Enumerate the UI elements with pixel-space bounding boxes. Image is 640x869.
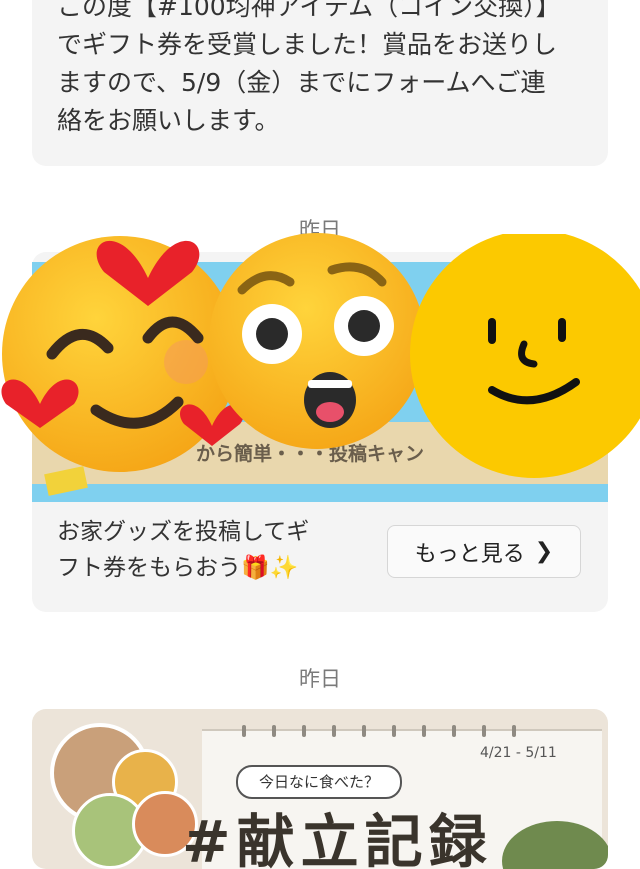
promo-text: お家グッズを投稿してギ フト券をもらおう🎁✨ <box>57 519 310 581</box>
message-text: この度【#100均神アイテム（コイン交換）】 でギフト券を受賞しました！賞品をお… <box>57 0 561 135</box>
surprised-face-icon <box>209 233 425 449</box>
campaign-date-range: 4/21 - 5/11 <box>480 745 557 761</box>
message-card: この度【#100均神アイテム（コイン交換）】 でギフト券を受賞しました！賞品をお… <box>32 0 608 166</box>
chevron-right-icon: ❯ <box>534 539 554 564</box>
campaign-title: #献立記録 <box>182 808 493 869</box>
menu-record-banner[interactable]: 4/21 - 5/11 今日なに食べた？ #献立記録 <box>32 709 608 869</box>
date-label: 昨日 <box>299 667 341 691</box>
doodle-smiley-icon <box>410 234 640 478</box>
see-more-button[interactable]: もっと見る ❯ <box>387 525 581 578</box>
see-more-label: もっと見る <box>414 541 525 567</box>
speech-bubble: 今日なに食べた？ <box>236 765 402 799</box>
